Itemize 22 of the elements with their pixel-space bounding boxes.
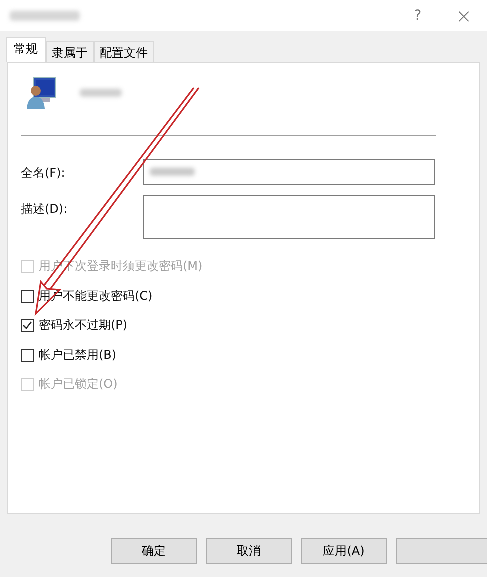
redacted-title (10, 10, 80, 20)
field-label: 描述(D): (21, 201, 69, 218)
button[interactable]: 取消 (206, 538, 292, 564)
checkbox[interactable] (21, 290, 34, 303)
checkbox-label: 密码永不过期(P) (39, 317, 128, 334)
text-field[interactable] (143, 159, 435, 185)
close-button[interactable]: × (441, 0, 487, 31)
user-computer-icon (26, 76, 58, 110)
tab[interactable]: 常规 (6, 37, 46, 62)
button[interactable]: 应用(A) (301, 538, 387, 564)
button[interactable]: 确定 (111, 538, 197, 564)
checkbox[interactable] (21, 319, 34, 332)
help-button[interactable]: ? (395, 0, 441, 31)
redacted-value (150, 168, 195, 176)
redacted-username (80, 89, 122, 97)
text-field[interactable] (143, 195, 435, 239)
tab[interactable]: 隶属于 (46, 41, 94, 62)
checkbox-label: 帐户已锁定(O) (39, 376, 118, 394)
field-label: 全名(F): (21, 165, 66, 182)
checkbox[interactable] (21, 348, 34, 362)
tab[interactable]: 配置文件 (94, 41, 154, 62)
checkbox-label: 帐户已禁用(B) (39, 346, 117, 364)
